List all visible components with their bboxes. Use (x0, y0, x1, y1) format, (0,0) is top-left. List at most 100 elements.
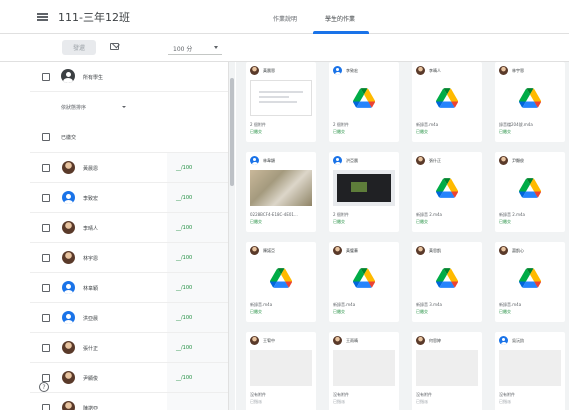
attachment-thumbnail[interactable] (416, 260, 478, 296)
submission-card[interactable]: 王宥中 沒有附件 已指派 (246, 332, 316, 410)
submission-card[interactable]: 黃璧蓁 新錄音.m4a 已繳交 (329, 242, 399, 322)
grade-cell[interactable]: __/100 (167, 303, 228, 333)
submission-card[interactable]: 林韋穎 0228BCF4-E18C-4E01... 已繳交 (246, 152, 316, 232)
google-drive-icon (436, 88, 458, 108)
submission-card[interactable]: 黃思凱 新錄音 3.m4a 已繳交 (412, 242, 482, 322)
grade-cell[interactable]: __/100 (167, 333, 228, 363)
sort-dropdown[interactable]: 依狀態排序 (30, 92, 228, 122)
attachment-thumbnail[interactable] (416, 170, 478, 206)
submission-status: 已繳交 (333, 129, 345, 134)
tab-student-work[interactable]: 學生的作業 (325, 14, 355, 23)
submitted-group-row[interactable]: 已繳交 (30, 122, 228, 152)
student-checkbox[interactable] (42, 374, 50, 382)
attachment-name: 沒有附件 (333, 392, 349, 397)
card-student-name: 尹顯俊 (512, 158, 524, 163)
chevron-down-icon (214, 46, 218, 49)
student-row[interactable]: 洪亞晨 __/100 (30, 302, 228, 333)
submission-card[interactable]: 李致宏 2 個附件 已繳交 (329, 62, 399, 142)
attachment-thumbnail[interactable] (333, 260, 395, 296)
student-checkbox[interactable] (42, 314, 50, 322)
attachment-thumbnail[interactable] (499, 350, 561, 386)
student-row[interactable]: 林宇恩 __/100 (30, 242, 228, 273)
card-student-name: 王雨晴 (346, 338, 358, 343)
avatar (499, 336, 508, 345)
student-row[interactable]: 陳諾亞 (30, 392, 228, 410)
attachment-thumbnail[interactable] (333, 170, 395, 206)
submission-status: 已繳交 (250, 129, 262, 134)
student-row[interactable]: 李致宏 __/100 (30, 182, 228, 213)
points-dropdown[interactable]: 100 分 (168, 40, 222, 55)
return-button[interactable]: 發還 (62, 40, 96, 55)
submitted-group-checkbox[interactable] (42, 133, 50, 141)
submission-status: 已繳交 (499, 129, 511, 134)
submission-card[interactable]: 王雨晴 沒有附件 已指派 (329, 332, 399, 410)
submission-card[interactable]: 林宇恩 錄音檔204號.m4a 已繳交 (495, 62, 565, 142)
grade-value: __/100 (176, 225, 193, 231)
student-row[interactable]: 李晴人 __/100 (30, 212, 228, 243)
grade-cell[interactable]: __/100 (167, 273, 228, 303)
student-row[interactable]: 張什正 __/100 (30, 332, 228, 363)
class-title[interactable]: 111-三年12班 (58, 9, 130, 25)
attachment-name: 2 個附件 (333, 212, 349, 217)
submission-status: 已繳交 (416, 309, 428, 314)
attachment-thumbnail[interactable] (333, 350, 395, 386)
student-checkbox[interactable] (42, 344, 50, 352)
attachment-thumbnail[interactable] (499, 80, 561, 116)
student-checkbox[interactable] (42, 284, 50, 292)
student-row[interactable]: 黃晨恩 __/100 (30, 152, 228, 183)
submission-card[interactable]: 尹顯俊 新錄音 2.m4a 已繳交 (495, 152, 565, 232)
submission-card[interactable]: 何思婷 沒有附件 已指派 (412, 332, 482, 410)
grade-cell[interactable]: __/100 (167, 243, 228, 273)
avatar (416, 156, 425, 165)
student-checkbox[interactable] (42, 254, 50, 262)
student-checkbox[interactable] (42, 194, 50, 202)
grade-cell[interactable]: __/100 (167, 153, 228, 183)
grade-cell[interactable]: __/100 (167, 213, 228, 243)
student-checkbox[interactable] (42, 404, 50, 410)
attachment-thumbnail[interactable] (250, 350, 312, 386)
attachment-thumbnail[interactable] (416, 80, 478, 116)
submission-status: 已繳交 (333, 219, 345, 224)
google-drive-icon (519, 88, 541, 108)
attachment-thumbnail[interactable] (499, 260, 561, 296)
card-student-name: 吳沅鈞 (512, 338, 524, 343)
submission-card[interactable]: 陳諾亞 新錄音.m4a 已繳交 (246, 242, 316, 322)
submission-card[interactable]: 黃晨恩 2 個附件 已繳交 (246, 62, 316, 142)
mail-icon[interactable] (110, 43, 119, 50)
attachment-thumbnail[interactable] (250, 170, 312, 206)
submitted-group-label: 已繳交 (61, 135, 77, 141)
attachment-thumbnail[interactable] (250, 80, 312, 116)
hamburger-menu-icon[interactable] (37, 13, 48, 21)
card-student-name: 林宇恩 (512, 68, 524, 73)
submission-card[interactable]: 吳沅鈞 沒有附件 已指派 (495, 332, 565, 410)
attachment-thumbnail[interactable] (499, 170, 561, 206)
student-checkbox[interactable] (42, 224, 50, 232)
grade-cell[interactable] (167, 393, 228, 410)
grade-cell[interactable]: __/100 (167, 363, 228, 393)
attachment-thumbnail[interactable] (250, 260, 312, 296)
avatar (62, 401, 75, 410)
student-list-scrollbar-thumb[interactable] (230, 78, 234, 186)
submission-card[interactable]: 李晴人 新錄音.m4a 已繳交 (412, 62, 482, 142)
student-name: 尹顯俊 (83, 376, 99, 382)
submission-card[interactable]: 張什正 新錄音 2.m4a 已繳交 (412, 152, 482, 232)
attachment-thumbnail[interactable] (416, 350, 478, 386)
all-students-label: 所有學生 (83, 75, 104, 81)
card-student-name: 黃晨恩 (263, 68, 275, 73)
grading-toolbar: 發還 100 分 (0, 34, 569, 62)
student-checkbox[interactable] (42, 164, 50, 172)
all-students-checkbox[interactable] (42, 73, 50, 81)
avatar (62, 371, 75, 384)
avatar (62, 221, 75, 234)
all-students-row[interactable]: 所有學生 (30, 62, 228, 92)
student-row[interactable]: 尹顯俊 __/100 (30, 362, 228, 393)
tab-instructions[interactable]: 作業說明 (273, 14, 297, 23)
grade-cell[interactable]: __/100 (167, 183, 228, 213)
help-icon[interactable]: ? (39, 382, 49, 392)
student-row[interactable]: 林韋穎 __/100 (30, 272, 228, 303)
submission-card[interactable]: 蕭凱心 新錄音.m4a 已繳交 (495, 242, 565, 322)
submission-card[interactable]: 洪亞晨 2 個附件 已繳交 (329, 152, 399, 232)
grade-value: __/100 (176, 255, 193, 261)
attachment-thumbnail[interactable] (333, 80, 395, 116)
submission-status: 已繳交 (499, 309, 511, 314)
